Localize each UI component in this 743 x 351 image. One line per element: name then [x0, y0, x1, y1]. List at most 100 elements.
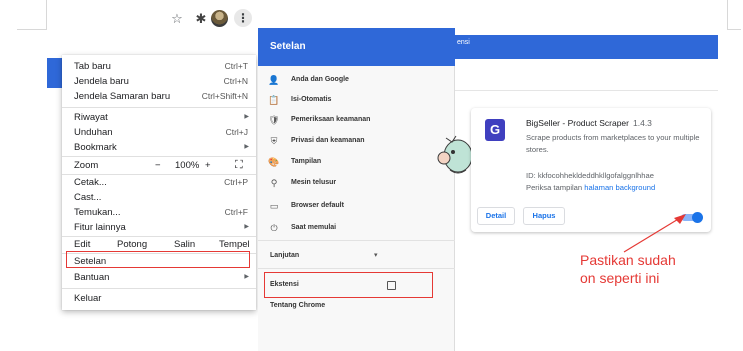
- background-page-link[interactable]: halaman background: [584, 183, 655, 192]
- expand-arrow-icon: ▾: [374, 252, 378, 259]
- puzzle-icon[interactable]: ✱: [194, 12, 208, 26]
- star-icon[interactable]: ☆: [170, 12, 184, 26]
- settings-item-label: Lanjutan: [270, 252, 300, 259]
- chrome-menu: Tab baru Ctrl+T Jendela baru Ctrl+N Jendel…: [62, 55, 256, 310]
- menu-label: Keluar: [74, 293, 102, 304]
- menu-label: Tab baru: [74, 61, 111, 72]
- menu-item-find[interactable]: Temukan... Ctrl+F: [62, 205, 256, 220]
- shield-check-icon: 🛡: [268, 115, 280, 125]
- menu-divider: [62, 107, 256, 108]
- menu-item-new-tab[interactable]: Tab baru Ctrl+T: [62, 59, 256, 74]
- extension-description: Scrape products from marketplaces to you…: [526, 133, 700, 154]
- extension-id: ID: kkfocohhekldeddhkllgofalggnlhhae: [526, 171, 654, 180]
- menu-shortcut: Ctrl+Shift+N: [201, 91, 248, 101]
- settings-item-label: Saat memulai: [291, 224, 337, 231]
- annotation-text: Pastikan sudah on seperti ini: [580, 251, 676, 287]
- page-header-strip: [47, 58, 62, 88]
- power-icon: ⏻: [270, 223, 278, 233]
- settings-item-you-and-google[interactable]: 👤 Anda dan Google: [258, 72, 455, 88]
- menu-label: Riwayat: [74, 112, 108, 123]
- extension-name: BigSeller - Product Scraper: [526, 118, 629, 128]
- menu-label: Unduhan: [74, 127, 113, 138]
- submenu-arrow-icon: ▶: [244, 114, 249, 120]
- settings-divider: [258, 268, 455, 269]
- settings-item-autofill[interactable]: 📋 Isi-Otomatis: [258, 92, 455, 108]
- mascot-illustration: [437, 135, 472, 174]
- settings-item-label: Anda dan Google: [291, 76, 349, 83]
- submenu-arrow-icon: ▶: [244, 144, 249, 150]
- frame-left-line: [46, 0, 47, 30]
- settings-item-label: Pemeriksaan keamanan: [291, 116, 371, 123]
- menu-shortcut: Ctrl+P: [224, 177, 248, 187]
- menu-shortcut: Ctrl+J: [225, 127, 248, 137]
- menu-item-help[interactable]: Bantuan ▶: [62, 270, 256, 285]
- settings-item-appearance[interactable]: 🎨 Tampilan: [258, 154, 455, 170]
- menu-item-incognito-window[interactable]: Jendela Samaran baru Ctrl+Shift+N: [62, 89, 256, 104]
- frame-right-top-line: [727, 29, 741, 30]
- settings-item-label: Tampilan: [291, 158, 322, 165]
- inspect-label: Periksa tampilan: [526, 183, 583, 192]
- zoom-out-button[interactable]: −: [155, 157, 161, 174]
- clipboard-icon: 📋: [268, 95, 280, 105]
- menu-item-cast[interactable]: Cast...: [62, 190, 256, 205]
- zoom-row: Zoom − 100% + ⛶: [62, 157, 256, 174]
- settings-item-label: Mesin telusur: [291, 179, 337, 186]
- submenu-arrow-icon: ▶: [244, 224, 249, 230]
- menu-item-print[interactable]: Cetak... Ctrl+P: [62, 175, 256, 190]
- annotation-arrow: [623, 214, 686, 253]
- extensions-highlight-box: [264, 272, 433, 298]
- settings-item-about-chrome[interactable]: Tentang Chrome: [258, 298, 455, 314]
- settings-item-advanced[interactable]: Lanjutan ▾: [258, 248, 455, 264]
- fullscreen-icon[interactable]: ⛶: [235, 157, 243, 174]
- inspect-views: Periksa tampilan halaman background: [526, 183, 655, 192]
- search-icon: ⚲: [270, 178, 278, 188]
- settings-item-privacy[interactable]: ⛨ Privasi dan keamanan: [258, 133, 455, 149]
- menu-item-downloads[interactable]: Unduhan Ctrl+J: [62, 125, 256, 140]
- menu-label: Temukan...: [74, 207, 121, 218]
- menu-item-more-tools[interactable]: Fitur lainnya ▶: [62, 220, 256, 235]
- extension-version: 1.4.3: [633, 118, 652, 128]
- settings-highlight-box: [66, 251, 250, 268]
- menu-label: Jendela baru: [74, 76, 129, 87]
- frame-right-line: [727, 0, 728, 30]
- menu-label: Bantuan: [74, 272, 110, 283]
- menu-label: Bookmark: [74, 142, 117, 153]
- zoom-in-button[interactable]: +: [205, 157, 211, 174]
- topbar-title-fragment: ensi: [457, 39, 470, 46]
- remove-button[interactable]: Hapus: [523, 207, 565, 225]
- menu-item-bookmarks[interactable]: Bookmark ▶: [62, 140, 256, 155]
- browser-icon: ▭: [269, 201, 279, 211]
- settings-title: Setelan: [258, 28, 455, 66]
- menu-label: Fitur lainnya: [74, 222, 126, 233]
- settings-item-search-engine[interactable]: ⚲ Mesin telusur: [258, 175, 455, 191]
- avatar[interactable]: [211, 10, 228, 27]
- menu-item-history[interactable]: Riwayat ▶: [62, 110, 256, 125]
- menu-shortcut: Ctrl+N: [223, 76, 248, 86]
- settings-item-safety-check[interactable]: 🛡 Pemeriksaan keamanan: [258, 112, 455, 128]
- menu-label: Jendela Samaran baru: [74, 91, 171, 102]
- settings-sidebar: Setelan 👤 Anda dan Google 📋 Isi-Otomatis 🛡…: [258, 28, 455, 351]
- menu-shortcut: Ctrl+F: [224, 207, 248, 217]
- extensions-divider: [455, 90, 718, 91]
- annotation-line-2: on seperti ini: [580, 270, 660, 286]
- zoom-label: Zoom: [74, 160, 99, 171]
- settings-item-on-startup[interactable]: ⏻ Saat memulai: [258, 220, 455, 236]
- shield-icon: ⛨: [270, 136, 278, 146]
- extension-title: BigSeller - Product Scraper 1.4.3: [526, 118, 652, 128]
- extensions-topbar: ensi: [455, 35, 718, 59]
- details-button[interactable]: Detail: [477, 207, 515, 225]
- annotation-line-1: Pastikan sudah: [580, 252, 676, 268]
- settings-item-default-browser[interactable]: ▭ Browser default: [258, 198, 455, 214]
- menu-shortcut: Ctrl+T: [224, 61, 248, 71]
- menu-item-new-window[interactable]: Jendela baru Ctrl+N: [62, 74, 256, 89]
- toggle-knob: [692, 212, 703, 223]
- frame-top-line: [17, 29, 47, 30]
- settings-item-label: Isi-Otomatis: [291, 96, 332, 103]
- person-icon: 👤: [268, 75, 280, 85]
- settings-item-label: Tentang Chrome: [270, 302, 326, 309]
- bigseller-logo-icon: G: [485, 119, 505, 141]
- menu-label: Cetak...: [74, 177, 107, 188]
- menu-item-exit[interactable]: Keluar: [62, 291, 256, 306]
- menu-label: Cast...: [74, 192, 102, 203]
- kebab-menu-icon[interactable]: ⋮: [234, 9, 252, 27]
